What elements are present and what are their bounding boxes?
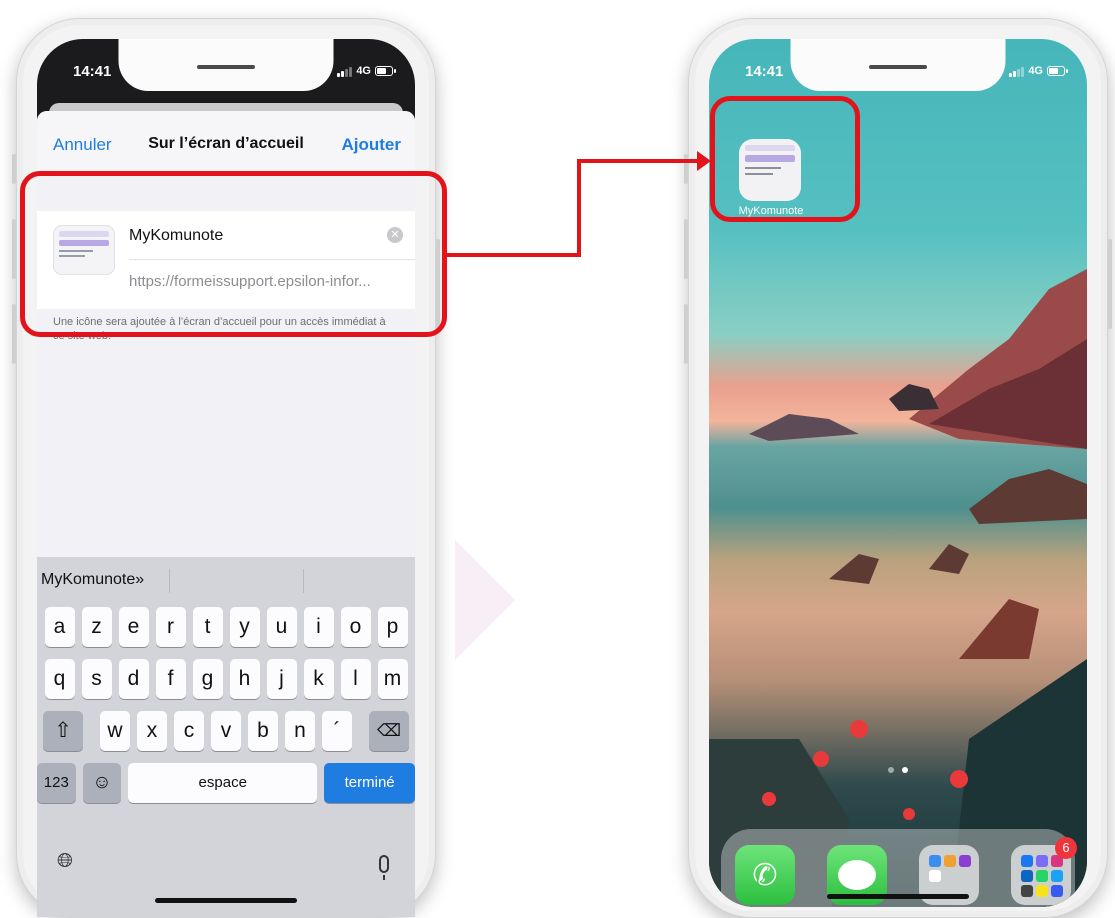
social-folder-icon[interactable]: 6 [1011,837,1077,905]
key-g[interactable]: g [192,659,223,699]
left-phone: 14:41 4G Annuler Sur l’écran d’accueil A… [12,18,440,918]
key-row-4: 123 ☺ espace terminé [37,763,415,803]
key-d[interactable]: d [118,659,149,699]
status-indicators: 4G [337,65,396,77]
sheet-navbar: Annuler Sur l’écran d’accueil Ajouter [37,111,415,174]
keyboard: MyKomunote» a z e r t y u i o p q s d f … [37,557,415,917]
key-p[interactable]: p [377,607,408,647]
key-row-2: q s d f g h j k l m [37,659,415,699]
highlight-box-app-icon [710,96,860,222]
key-c[interactable]: c [174,711,204,751]
watermark-shape [455,540,515,660]
key-row-3: ⇧ w x c v b n ´ ⌫ [37,711,415,751]
space-key[interactable]: espace [128,763,318,803]
network-label: 4G [356,65,371,77]
page-dots[interactable] [888,767,908,773]
key-l[interactable]: l [340,659,371,699]
power-button [1108,239,1112,329]
battery-icon [375,66,396,76]
key-z[interactable]: z [81,607,112,647]
highlight-box-shortcut [20,171,447,337]
speaker [869,65,927,69]
arrow-line [577,159,699,163]
key-e[interactable]: e [118,607,149,647]
key-r[interactable]: r [155,607,186,647]
home-indicator [155,898,297,903]
notification-badge: 6 [1055,837,1077,859]
shift-key-icon[interactable]: ⇧ [43,711,83,751]
key-j[interactable]: j [266,659,297,699]
suggestion-word[interactable]: MyKomunote» [41,571,144,589]
key-u[interactable]: u [266,607,297,647]
volume-down-button [684,304,688,364]
key-m[interactable]: m [377,659,408,699]
arrow-line [577,159,581,257]
key-n[interactable]: n [285,711,315,751]
divider [303,569,304,593]
status-time: 14:41 [745,63,784,80]
add-button[interactable]: Ajouter [342,135,402,155]
done-key[interactable]: terminé [324,763,415,803]
status-indicators: 4G [1009,65,1068,77]
key-row-1: a z e r t y u i o p [37,607,415,647]
volume-down-button [12,304,16,364]
key-q[interactable]: q [44,659,75,699]
key-h[interactable]: h [229,659,260,699]
speaker [197,65,255,69]
numbers-key[interactable]: 123 [37,763,76,803]
emoji-key-icon[interactable]: ☺ [82,763,122,803]
volume-up-button [12,219,16,279]
key-x[interactable]: x [137,711,167,751]
key-f[interactable]: f [155,659,186,699]
globe-icon[interactable]: 🌐︎ [57,850,73,873]
key-v[interactable]: v [211,711,241,751]
status-time: 14:41 [73,63,112,80]
key-s[interactable]: s [81,659,112,699]
arrow-head [697,151,711,171]
key-b[interactable]: b [248,711,278,751]
key-t[interactable]: t [192,607,223,647]
key-a[interactable]: a [44,607,75,647]
key-w[interactable]: w [100,711,130,751]
key-y[interactable]: y [229,607,260,647]
network-label: 4G [1028,65,1043,77]
volume-up-button [684,219,688,279]
signal-icon [1009,66,1025,77]
key-k[interactable]: k [303,659,334,699]
backspace-key-icon[interactable]: ⌫ [369,711,409,751]
silent-switch [12,154,16,184]
arrow-line [447,253,581,257]
microphone-icon[interactable] [379,855,389,880]
key-accent[interactable]: ´ [322,711,352,751]
battery-icon [1047,66,1068,76]
key-o[interactable]: o [340,607,371,647]
home-indicator [827,894,969,899]
divider [169,569,170,593]
suggestion-bar: MyKomunote» [37,557,415,601]
signal-icon [337,66,353,77]
phone-app-icon[interactable]: ✆ [735,845,795,905]
key-i[interactable]: i [303,607,334,647]
